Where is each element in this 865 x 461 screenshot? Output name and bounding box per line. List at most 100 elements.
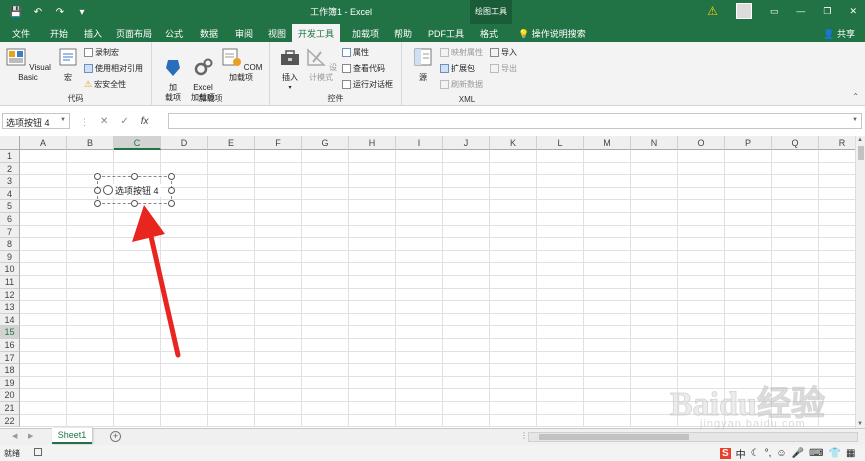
- formula-bar-splitter[interactable]: ⋮: [80, 117, 89, 128]
- row-header-11[interactable]: 11: [0, 276, 20, 289]
- sogou-icon[interactable]: S: [720, 448, 731, 459]
- row-header-13[interactable]: 13: [0, 301, 20, 314]
- add-sheet-button[interactable]: +: [110, 431, 121, 442]
- refresh-data-button[interactable]: 刷新数据: [440, 79, 483, 90]
- ribbon-display-options-icon[interactable]: ▭: [770, 6, 779, 17]
- column-header-E[interactable]: E: [208, 136, 255, 150]
- view-code-button[interactable]: 查看代码: [342, 63, 385, 74]
- column-header-D[interactable]: D: [161, 136, 208, 150]
- redo-icon[interactable]: ↷: [52, 4, 68, 20]
- com-addins-button[interactable]: COM 加载项: [216, 46, 266, 83]
- row-header-14[interactable]: 14: [0, 313, 20, 327]
- row-header-20[interactable]: 20: [0, 389, 20, 402]
- tab-7[interactable]: 视图: [268, 27, 286, 40]
- warning-icon[interactable]: ⚠: [707, 4, 718, 18]
- account-avatar[interactable]: [735, 3, 752, 19]
- prev-sheet-icon[interactable]: ◀: [12, 432, 17, 440]
- tab-9[interactable]: 加载项: [352, 27, 379, 40]
- tab-1[interactable]: 开始: [50, 27, 68, 40]
- vertical-scrollbar[interactable]: ▲ ▼: [855, 136, 865, 428]
- export-button[interactable]: 导出: [490, 63, 517, 74]
- column-header-F[interactable]: F: [255, 136, 302, 150]
- resize-handle-w[interactable]: [94, 187, 101, 194]
- restore-button[interactable]: ❐: [823, 6, 831, 17]
- row-header-8[interactable]: 8: [0, 238, 20, 251]
- keyboard-icon[interactable]: ⌨: [809, 448, 823, 459]
- row-header-5[interactable]: 5: [0, 200, 20, 213]
- row-header-22[interactable]: 22: [0, 414, 20, 428]
- column-header-C[interactable]: C: [114, 136, 161, 150]
- tab-5[interactable]: 数据: [200, 27, 218, 40]
- relative-refs-button[interactable]: 使用相对引用: [84, 63, 143, 74]
- column-header-L[interactable]: L: [537, 136, 584, 150]
- import-button[interactable]: 导入: [490, 47, 517, 58]
- resize-handle-e[interactable]: [168, 187, 175, 194]
- undo-icon[interactable]: ↶: [30, 4, 46, 20]
- tab-11[interactable]: PDF工具: [428, 27, 464, 40]
- resize-handle-ne[interactable]: [168, 173, 175, 180]
- resize-handle-s[interactable]: [131, 200, 138, 207]
- ime-mode[interactable]: 中: [736, 446, 746, 461]
- column-header-Q[interactable]: Q: [772, 136, 819, 150]
- enter-icon[interactable]: ✓: [120, 116, 128, 127]
- emoji-icon[interactable]: ☺: [776, 448, 786, 459]
- resize-handle-sw[interactable]: [94, 200, 101, 207]
- next-sheet-icon[interactable]: ▶: [28, 432, 33, 440]
- scroll-thumb[interactable]: [858, 146, 864, 160]
- row-header-9[interactable]: 9: [0, 250, 20, 264]
- macro-record-icon[interactable]: [34, 448, 42, 456]
- column-header-B[interactable]: B: [67, 136, 114, 150]
- tell-me-search[interactable]: 💡 操作说明搜索: [518, 27, 586, 40]
- horizontal-scrollbar[interactable]: [528, 432, 858, 442]
- row-header-21[interactable]: 21: [0, 402, 20, 415]
- mic-icon[interactable]: 🎤: [792, 448, 804, 459]
- tab-12[interactable]: 格式: [480, 27, 498, 40]
- share-button[interactable]: 👤 共享: [823, 27, 855, 40]
- record-macro-button[interactable]: 录制宏: [84, 47, 119, 58]
- map-properties-button[interactable]: 映射属性: [440, 47, 483, 58]
- column-header-O[interactable]: O: [678, 136, 725, 150]
- horizontal-scroll-thumb[interactable]: [539, 434, 689, 440]
- radio-button-icon[interactable]: [103, 185, 113, 195]
- tab-2[interactable]: 插入: [84, 27, 102, 40]
- formula-input[interactable]: ▼: [168, 113, 862, 129]
- row-header-10[interactable]: 10: [0, 263, 20, 276]
- design-mode-button[interactable]: 设计模式: [304, 46, 338, 83]
- collapse-ribbon-icon[interactable]: ⌃: [852, 92, 859, 101]
- visual-basic-button[interactable]: Visual Basic: [4, 46, 52, 83]
- save-icon[interactable]: 💾: [8, 4, 24, 20]
- tab-10[interactable]: 帮助: [394, 27, 412, 40]
- skin-icon[interactable]: 👕: [829, 448, 841, 459]
- row-header-16[interactable]: 16: [0, 339, 20, 352]
- resize-handle-nw[interactable]: [94, 173, 101, 180]
- row-header-6[interactable]: 6: [0, 213, 20, 226]
- chevron-down-icon[interactable]: ▼: [60, 117, 66, 123]
- cancel-icon[interactable]: ✕: [100, 116, 108, 127]
- tab-8[interactable]: 开发工具: [292, 24, 341, 42]
- row-header-1[interactable]: 1: [0, 150, 20, 163]
- insert-function-icon[interactable]: fx: [141, 116, 149, 127]
- tab-splitter[interactable]: ⋮: [520, 431, 528, 440]
- close-button[interactable]: ✕: [849, 6, 857, 17]
- resize-handle-n[interactable]: [131, 173, 138, 180]
- column-header-G[interactable]: G: [302, 136, 349, 150]
- resize-handle-se[interactable]: [168, 200, 175, 207]
- column-header-H[interactable]: H: [349, 136, 396, 150]
- row-header-3[interactable]: 3: [0, 175, 20, 188]
- toolbox-grid-icon[interactable]: ▦: [846, 448, 855, 459]
- row-header-7[interactable]: 7: [0, 225, 20, 239]
- column-header-N[interactable]: N: [631, 136, 678, 150]
- properties-button[interactable]: 属性: [342, 47, 369, 58]
- column-header-A[interactable]: A: [20, 136, 67, 150]
- row-header-18[interactable]: 18: [0, 364, 20, 377]
- name-box[interactable]: 选项按钮 4 ▼: [2, 113, 70, 129]
- row-header-2[interactable]: 2: [0, 162, 20, 176]
- row-header-4[interactable]: 4: [0, 187, 20, 201]
- option-button-control[interactable]: 选项按钮 4: [94, 173, 175, 207]
- worksheet-grid[interactable]: A B C D E F G H I J K L M N O P Q R 1 2 3 4 5 6 7 8 9 10 11 12 13 14 15 1…: [0, 136, 865, 428]
- column-header-J[interactable]: J: [443, 136, 490, 150]
- scroll-up-icon[interactable]: ▲: [857, 137, 863, 143]
- macro-security-button[interactable]: ⚠ 宏安全性: [84, 79, 126, 90]
- row-header-19[interactable]: 19: [0, 376, 20, 390]
- tab-6[interactable]: 审阅: [235, 27, 253, 40]
